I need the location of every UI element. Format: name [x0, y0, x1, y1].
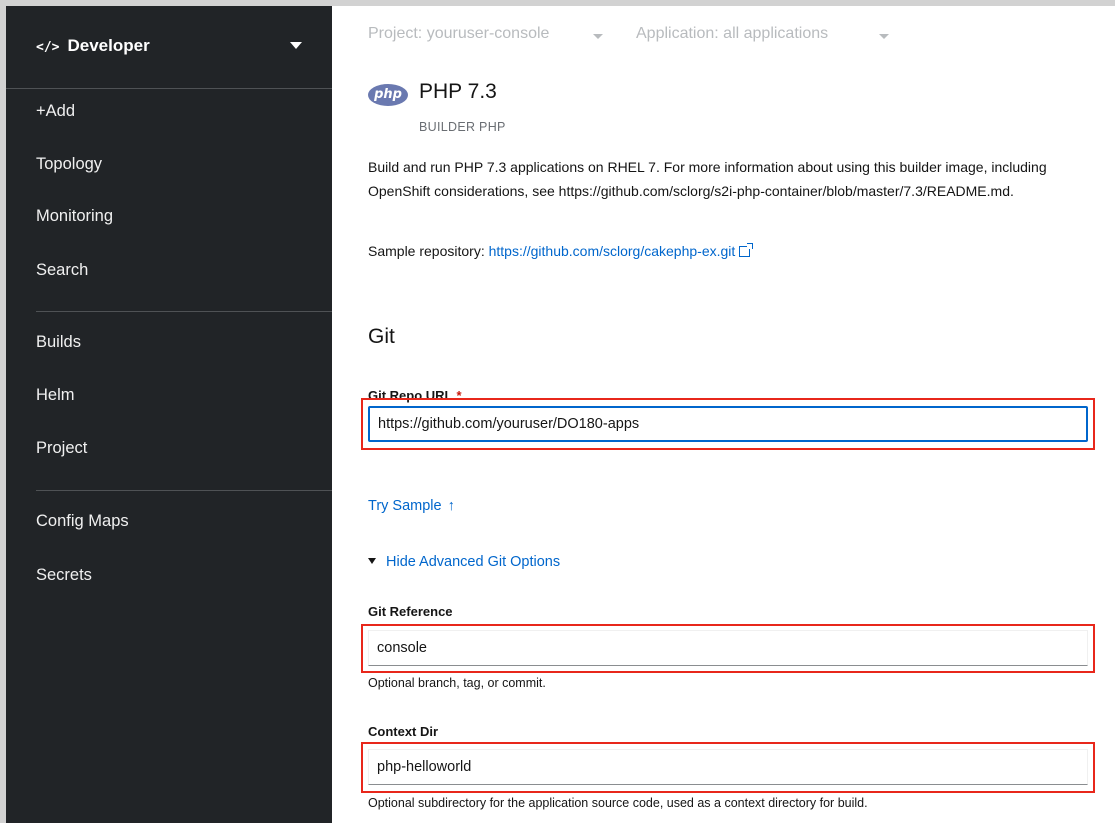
php-logo-icon: php — [368, 84, 408, 106]
context-dir-label: Context Dir — [368, 724, 439, 739]
sample-repo-url: https://github.com/sclorg/cakephp-ex.git — [488, 243, 736, 259]
git-repo-url-input[interactable] — [368, 406, 1088, 442]
sample-repo-link[interactable]: https://github.com/sclorg/cakephp-ex.git — [488, 243, 754, 259]
level-up-icon: ↑ — [447, 498, 455, 514]
sidebar-item-builds[interactable]: Builds — [36, 333, 81, 352]
sample-label: Sample repository: — [368, 243, 485, 259]
context-dir-help: Optional subdirectory for the applicatio… — [368, 796, 868, 810]
context-bar: Project: youruser-console Application: a… — [332, 6, 1115, 58]
builder-subtitle: BUILDER PHP — [419, 120, 506, 134]
sidebar: </> Developer +Add Topology Monitoring Se… — [6, 6, 332, 823]
sidebar-item-helm[interactable]: Helm — [36, 386, 75, 405]
advanced-git-options-toggle[interactable]: Hide Advanced Git Options — [368, 554, 560, 570]
chevron-down-icon — [368, 558, 376, 564]
sidebar-item-secrets[interactable]: Secrets — [36, 566, 92, 585]
perspective-name: Developer — [67, 36, 150, 55]
builder-description: Build and run PHP 7.3 applications on RH… — [368, 159, 1047, 199]
try-sample-text: Try Sample — [368, 498, 442, 514]
sidebar-item-add[interactable]: +Add — [36, 102, 75, 121]
caret-down-icon — [290, 42, 302, 49]
sidebar-divider — [36, 490, 332, 491]
git-reference-input[interactable] — [368, 630, 1088, 666]
sidebar-item-search[interactable]: Search — [36, 261, 88, 280]
code-icon: </> — [36, 40, 60, 55]
builder-title: PHP 7.3 — [419, 80, 497, 103]
sidebar-item-project[interactable]: Project — [36, 439, 87, 458]
external-link-icon — [739, 243, 754, 257]
context-dir-input[interactable] — [368, 749, 1088, 785]
import-form: php PHP 7.3 BUILDER PHP Build and run PH… — [332, 58, 1115, 823]
sample-repository: Sample repository: https://github.com/sc… — [368, 243, 754, 259]
sidebar-divider — [36, 311, 332, 312]
app-frame: </> Developer +Add Topology Monitoring Se… — [6, 6, 1115, 823]
application-selector[interactable]: Application: all applications — [636, 25, 828, 43]
advanced-git-options-text: Hide Advanced Git Options — [386, 554, 561, 570]
project-selector[interactable]: Project: youruser-console — [368, 25, 549, 43]
chevron-down-icon — [593, 34, 603, 39]
perspective-label: </> Developer — [36, 36, 150, 56]
chevron-down-icon — [879, 34, 889, 39]
git-section-heading: Git — [368, 325, 395, 348]
git-reference-help: Optional branch, tag, or commit. — [368, 676, 546, 690]
sidebar-item-monitoring[interactable]: Monitoring — [36, 207, 113, 226]
git-reference-label: Git Reference — [368, 604, 453, 619]
sidebar-item-topology[interactable]: Topology — [36, 155, 102, 174]
try-sample-link[interactable]: Try Sample ↑ — [368, 498, 455, 514]
sidebar-item-config-maps[interactable]: Config Maps — [36, 512, 129, 531]
perspective-switcher[interactable]: </> Developer — [6, 6, 332, 89]
